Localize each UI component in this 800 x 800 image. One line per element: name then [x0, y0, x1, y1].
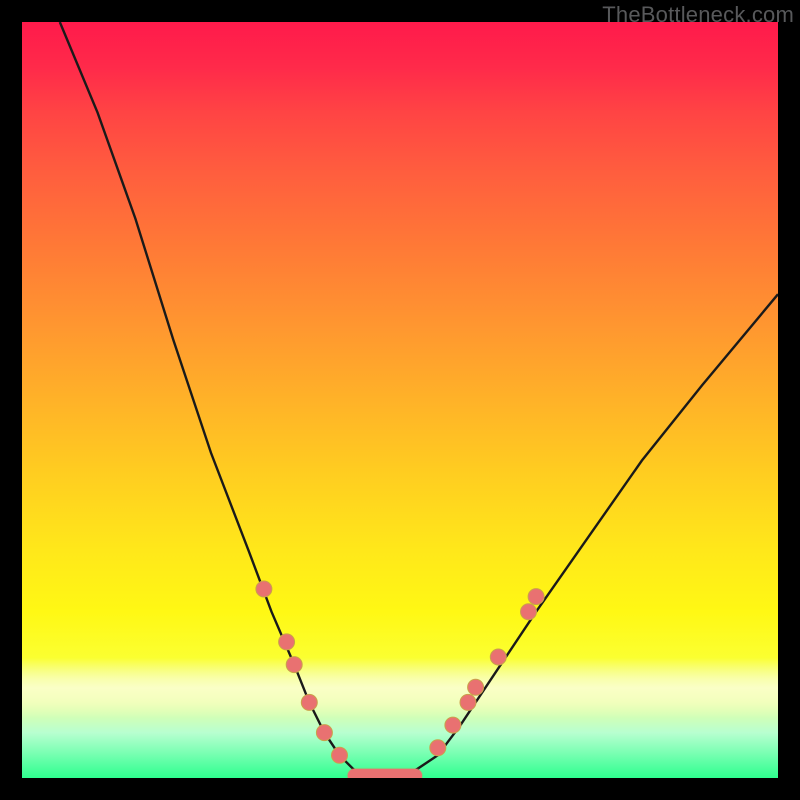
plot-area [22, 22, 778, 778]
marker-dot [279, 634, 295, 650]
marker-dot [468, 679, 484, 695]
marker-cluster-right [430, 589, 544, 756]
marker-dot [256, 581, 272, 597]
marker-dot [460, 694, 476, 710]
marker-dot [286, 657, 302, 673]
marker-dot [332, 747, 348, 763]
marker-dot [445, 717, 461, 733]
chart-overlay [22, 22, 778, 778]
marker-dot [316, 725, 332, 741]
chart-frame: TheBottleneck.com [0, 0, 800, 800]
bottleneck-curve [60, 22, 778, 778]
marker-dot [528, 589, 544, 605]
marker-dot [521, 604, 537, 620]
marker-dot [490, 649, 506, 665]
marker-dot [301, 694, 317, 710]
marker-dot [430, 740, 446, 756]
watermark-text: TheBottleneck.com [602, 2, 794, 28]
